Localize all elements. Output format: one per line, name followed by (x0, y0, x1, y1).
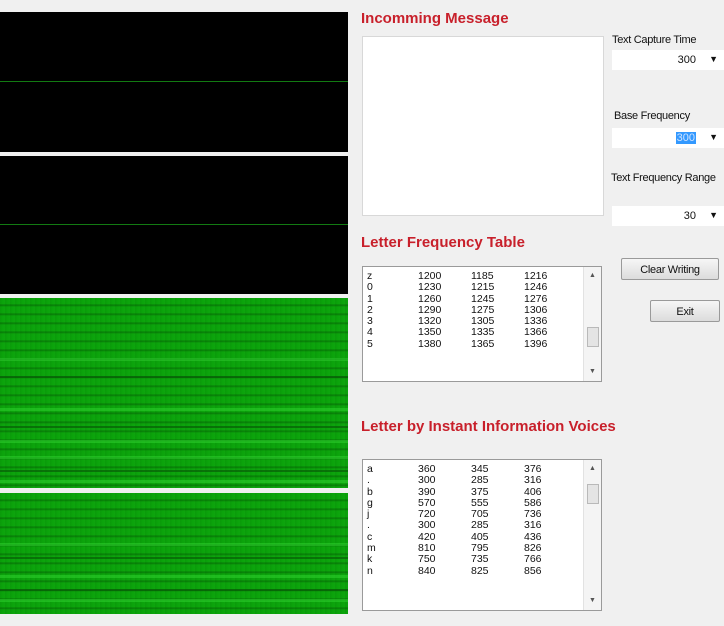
letter-cell: k (367, 553, 373, 566)
max-frequency-cell: 1246 (524, 281, 548, 294)
text-capture-time-label: Text Capture Time (612, 34, 697, 46)
text-frequency-range-value: 30 (683, 210, 696, 222)
clear-writing-button[interactable]: Clear Writing (621, 258, 719, 280)
letter-cell: . (367, 474, 370, 487)
min-frequency-cell: 285 (471, 519, 489, 532)
scroll-up-arrow-icon[interactable]: ▲ (584, 462, 601, 476)
max-frequency-cell: 1276 (524, 292, 548, 305)
instant-voices-listbox[interactable]: a 360 345 376 . 300 285 316 b 390 375 406 g 570 555… (362, 459, 602, 611)
signal-trace (0, 81, 348, 82)
scroll-up-arrow-icon[interactable]: ▲ (584, 269, 601, 283)
frequency-cell: 840 (418, 564, 436, 577)
frequency-cell: 300 (418, 474, 436, 487)
spectrum-panel-1 (0, 12, 348, 152)
letter-frequency-table-heading: Letter Frequency Table (361, 234, 525, 251)
text-frequency-range-label: Text Frequency Range (611, 172, 716, 184)
waterfall-panel-2 (0, 493, 348, 614)
frequency-cell: 1230 (418, 281, 442, 294)
min-frequency-cell: 1365 (471, 337, 495, 350)
chevron-down-icon[interactable]: ▼ (709, 210, 718, 220)
min-frequency-cell: 285 (471, 474, 489, 487)
vertical-scrollbar[interactable]: ▲ ▼ (583, 460, 601, 610)
min-frequency-cell: 375 (471, 485, 489, 498)
max-frequency-cell: 1396 (524, 337, 548, 350)
letter-cell: . (367, 519, 370, 532)
min-frequency-cell: 1215 (471, 281, 495, 294)
chevron-down-icon[interactable]: ▼ (709, 132, 718, 142)
letter-cell: 4 (367, 326, 373, 339)
waterfall-panel-1 (0, 298, 348, 488)
text-capture-time-combo[interactable]: 300 ▼ (612, 50, 724, 70)
letter-frequency-listbox[interactable]: z 1200 1185 1216 0 1230 1215 1246 1 1260 1245 127… (362, 266, 602, 382)
list-item[interactable]: k 750 735 766 (363, 554, 601, 565)
list-item[interactable]: 5 1380 1365 1396 (363, 337, 601, 350)
min-frequency-cell: 1245 (471, 292, 495, 305)
list-item[interactable]: 0 1230 1215 1246 (363, 282, 601, 293)
list-item[interactable]: n 840 825 856 (363, 564, 601, 577)
scrollbar-thumb[interactable] (587, 484, 599, 504)
instant-voices-heading: Letter by Instant Information Voices (361, 418, 616, 435)
text-frequency-range-combo[interactable]: 30 ▼ (612, 206, 724, 226)
chevron-down-icon[interactable]: ▼ (709, 54, 718, 64)
max-frequency-cell: 766 (524, 553, 542, 566)
list-item[interactable]: . 300 285 316 (363, 475, 601, 486)
letter-cell: 5 (367, 337, 373, 350)
max-frequency-cell: 316 (524, 474, 542, 487)
frequency-cell: 390 (418, 485, 436, 498)
min-frequency-cell: 735 (471, 553, 489, 566)
incoming-message-heading: Incomming Message (361, 10, 509, 27)
frequency-cell: 300 (418, 519, 436, 532)
letter-cell: 0 (367, 281, 373, 294)
vertical-scrollbar[interactable]: ▲ ▼ (583, 267, 601, 381)
max-frequency-cell: 316 (524, 519, 542, 532)
exit-button[interactable]: Exit (650, 300, 720, 322)
base-frequency-value: 300 (675, 132, 696, 144)
scroll-down-arrow-icon[interactable]: ▼ (584, 594, 601, 608)
min-frequency-cell: 825 (471, 564, 489, 577)
incoming-message-textbox[interactable] (362, 36, 604, 216)
min-frequency-cell: 1335 (471, 326, 495, 339)
frequency-cell: 1350 (418, 326, 442, 339)
spectrum-panel-2 (0, 156, 348, 294)
scroll-down-arrow-icon[interactable]: ▼ (584, 365, 601, 379)
frequency-cell: 750 (418, 553, 436, 566)
signal-trace (0, 224, 348, 225)
max-frequency-cell: 856 (524, 564, 542, 577)
base-frequency-label: Base Frequency (614, 110, 690, 122)
scrollbar-thumb[interactable] (587, 327, 599, 347)
frequency-cell: 1380 (418, 337, 442, 350)
letter-cell: 1 (367, 292, 373, 305)
base-frequency-combo[interactable]: 300 ▼ (612, 128, 724, 148)
text-capture-time-value: 300 (677, 54, 696, 66)
max-frequency-cell: 406 (524, 485, 542, 498)
frequency-cell: 1260 (418, 292, 442, 305)
letter-cell: n (367, 564, 373, 577)
max-frequency-cell: 1366 (524, 326, 548, 339)
letter-cell: b (367, 485, 373, 498)
